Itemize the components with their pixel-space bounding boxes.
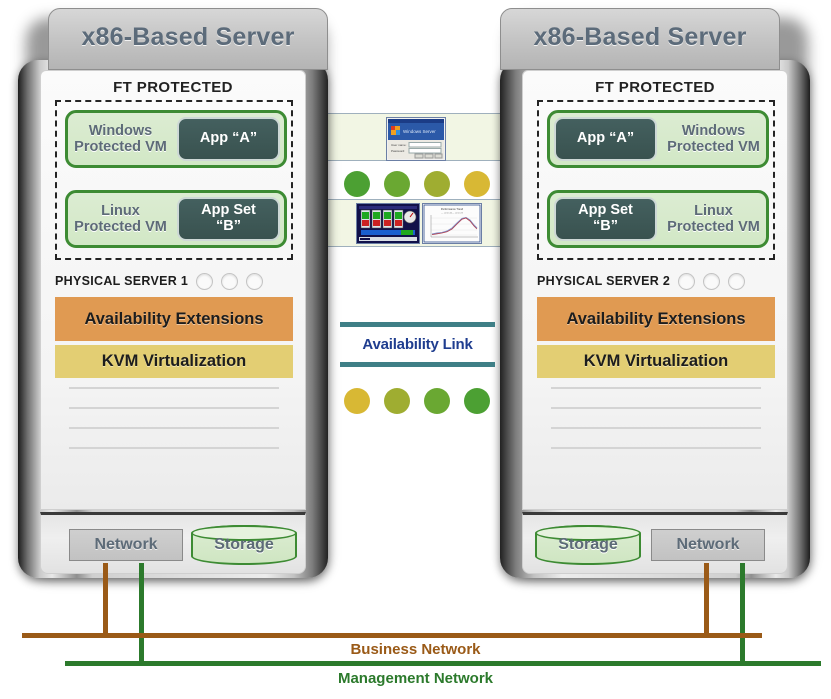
ft-protected-boundary: Windows Protected VM App “A” Linux Protect…	[537, 100, 775, 260]
status-dot	[344, 388, 370, 414]
physical-server-label: PHYSICAL SERVER 1	[55, 274, 189, 288]
stack-rule	[69, 427, 279, 429]
vm-name-label: Windows Protected VM	[74, 122, 167, 155]
app-a-box[interactable]: App “A”	[177, 117, 280, 161]
status-dot	[384, 388, 410, 414]
vm-windows-protected[interactable]: Windows Protected VM App “A”	[547, 110, 769, 168]
server-face: FT PROTECTED Windows Protected VM App “A”…	[40, 70, 306, 510]
network-adapter-box[interactable]: Network	[651, 529, 765, 561]
sync-dots-top	[344, 171, 490, 197]
svg-text:Windows Server: Windows Server	[403, 129, 436, 134]
vm-name-label: Linux Protected VM	[74, 202, 167, 235]
server-title: x86-Based Server	[533, 23, 747, 51]
server-face: FT PROTECTED Windows Protected VM App “A”…	[522, 70, 788, 510]
stack-rule	[69, 407, 279, 409]
server-header-cap: x86-Based Server	[500, 8, 780, 70]
status-dot	[464, 388, 490, 414]
vm-linux-protected[interactable]: Linux Protected VM App Set “B”	[547, 190, 769, 248]
network-adapter-box[interactable]: Network	[69, 529, 183, 561]
stack-rule	[551, 427, 761, 429]
vm-linux-protected[interactable]: Linux Protected VM App Set “B”	[65, 190, 287, 248]
diagram-canvas: x86-Based Server FT PROTECTED Windows Pro…	[0, 0, 831, 699]
svg-text:User name:: User name:	[391, 143, 407, 147]
management-network-label: Management Network	[337, 670, 494, 687]
svg-text:Password:: Password:	[391, 149, 405, 153]
status-dot	[424, 171, 450, 197]
physical-server-row: PHYSICAL SERVER 1	[55, 271, 293, 291]
management-network-bus	[65, 661, 821, 666]
stack-rule	[551, 447, 761, 449]
svg-text:— series A — series B: — series A — series B	[441, 212, 463, 215]
drive-bay-icon	[221, 272, 239, 290]
availability-link-label: Availability Link	[362, 336, 473, 353]
availability-extensions-band: Availability Extensions	[55, 297, 293, 341]
stack-rule	[69, 447, 279, 449]
kvm-virtualization-band: KVM Virtualization	[55, 345, 293, 378]
status-dot	[424, 388, 450, 414]
server-title: x86-Based Server	[81, 23, 295, 51]
app-set-b-box[interactable]: App Set “B”	[554, 197, 657, 241]
storage-cylinder[interactable]: Storage	[191, 525, 297, 565]
ft-protected-boundary: Windows Protected VM App “A” Linux Protect…	[55, 100, 293, 260]
server-2: x86-Based Server FT PROTECTED Windows Pro…	[500, 8, 810, 578]
availability-extensions-band: Availability Extensions	[537, 297, 775, 341]
drive-bay-icon	[246, 272, 264, 290]
drive-bay-icon	[703, 272, 721, 290]
availability-link: Availability Link	[340, 322, 495, 382]
status-dot	[344, 171, 370, 197]
physical-server-row: PHYSICAL SERVER 2	[537, 271, 775, 291]
windows-login-dialog-thumbnail: Windows Server User name: Password:	[386, 117, 446, 161]
server-header-cap: x86-Based Server	[48, 8, 328, 70]
physical-server-label: PHYSICAL SERVER 2	[537, 274, 671, 288]
drive-bay-icon	[678, 272, 696, 290]
ft-protected-label: FT PROTECTED	[113, 79, 233, 96]
business-network-bus	[22, 633, 762, 638]
line-chart-thumbnail: Performance Trend — series A — series B	[422, 203, 482, 244]
drive-bay-icon	[196, 272, 214, 290]
ft-protected-label: FT PROTECTED	[595, 79, 715, 96]
vm-name-label: Windows Protected VM	[667, 122, 760, 155]
app-set-b-box[interactable]: App Set “B”	[177, 197, 280, 241]
availability-link-bar-bottom	[340, 362, 495, 367]
stack-rule	[551, 387, 761, 389]
business-network-label: Business Network	[350, 641, 481, 658]
status-dot	[384, 171, 410, 197]
scada-panel-thumbnail	[356, 203, 420, 244]
storage-cylinder[interactable]: Storage	[535, 525, 641, 565]
server-io-tray: Storage Network	[522, 512, 788, 574]
app-a-box[interactable]: App “A”	[554, 117, 657, 161]
status-dot	[464, 171, 490, 197]
svg-text:Performance Trend: Performance Trend	[441, 207, 464, 211]
vm-windows-protected[interactable]: Windows Protected VM App “A”	[65, 110, 287, 168]
stack-rule	[69, 387, 279, 389]
server-io-tray: Network Storage	[40, 512, 306, 574]
kvm-virtualization-band: KVM Virtualization	[537, 345, 775, 378]
sync-dots-bottom	[344, 388, 490, 414]
vm-name-label: Linux Protected VM	[667, 202, 760, 235]
server-1: x86-Based Server FT PROTECTED Windows Pro…	[18, 8, 328, 578]
drive-bay-icon	[728, 272, 746, 290]
business-network-drop-right	[704, 563, 709, 636]
business-network-drop-left	[103, 563, 108, 636]
stack-rule	[551, 407, 761, 409]
